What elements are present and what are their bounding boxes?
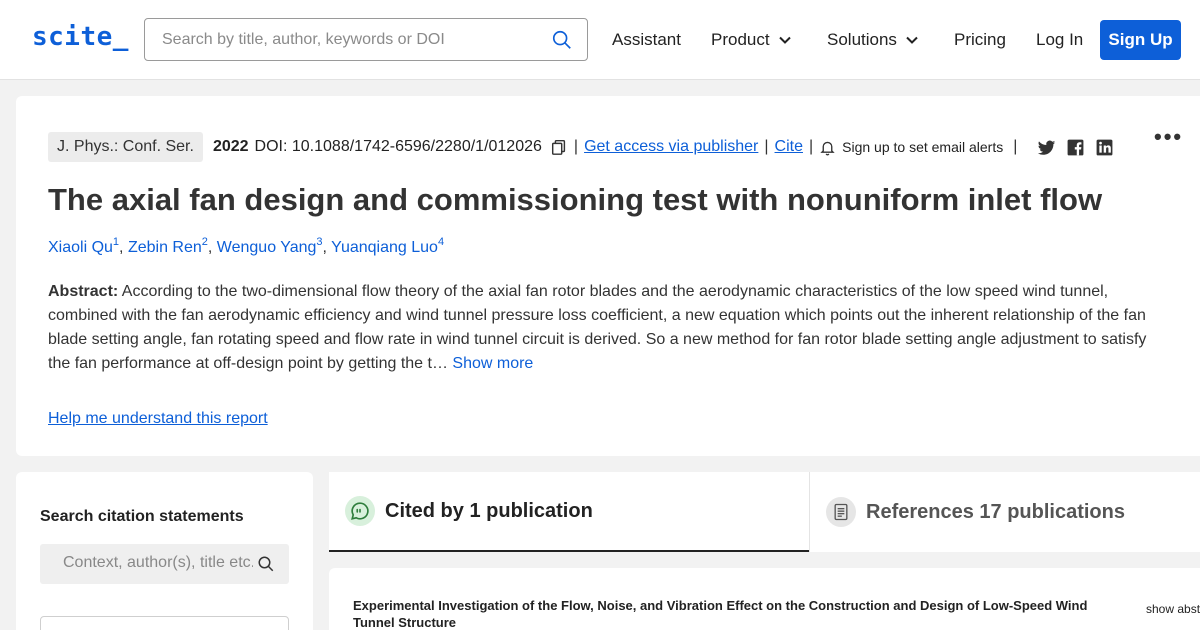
- tab-cited-by[interactable]: Cited by 1 publication: [329, 472, 809, 552]
- search-icon[interactable]: [257, 555, 275, 573]
- author-name: Xiaoli Qu: [48, 239, 113, 256]
- author-name: Yuanqiang Luo: [331, 239, 438, 256]
- document-icon: [826, 497, 856, 527]
- social-share: [1037, 138, 1114, 157]
- get-access-link[interactable]: Get access via publisher: [584, 138, 758, 156]
- journal-badge[interactable]: J. Phys.: Conf. Ser.: [48, 132, 203, 162]
- paper-meta-row: J. Phys.: Conf. Ser. 2022 DOI: 10.1088/1…: [48, 132, 1114, 162]
- author-link[interactable]: Xiaoli Qu1: [48, 236, 119, 256]
- author-link[interactable]: Zebin Ren2: [127, 236, 208, 256]
- signup-button[interactable]: Sign Up: [1100, 20, 1181, 60]
- quote-bubble-icon: [345, 496, 375, 526]
- citation-search-box[interactable]: [40, 544, 289, 584]
- author-separator: ,: [322, 239, 332, 256]
- nav-assistant-label: Assistant: [612, 30, 681, 49]
- separator: |: [573, 138, 579, 155]
- nav-pricing[interactable]: Pricing: [954, 30, 1006, 50]
- abstract-text: According to the two-dimensional flow th…: [48, 283, 1147, 372]
- nav-pricing-label: Pricing: [954, 30, 1006, 49]
- abstract: Abstract: According to the two-dimension…: [48, 280, 1158, 376]
- author-name: Wenguo Yang: [216, 239, 317, 256]
- help-understand-link[interactable]: Help me understand this report: [48, 410, 268, 428]
- scite-logo[interactable]: scite_: [32, 22, 129, 52]
- twitter-icon[interactable]: [1037, 138, 1056, 157]
- nav-product-label: Product: [711, 30, 770, 49]
- publication-year: 2022: [212, 138, 249, 155]
- separator: |: [1013, 138, 1018, 155]
- tab-references[interactable]: References 17 publications: [809, 472, 1200, 552]
- more-options-button[interactable]: •••: [1154, 124, 1183, 150]
- separator: |: [808, 138, 814, 155]
- paper-card: J. Phys.: Conf. Ser. 2022 DOI: 10.1088/1…: [16, 96, 1200, 456]
- chevron-down-icon: [778, 36, 791, 44]
- email-alerts-link[interactable]: Sign up to set email alerts: [842, 139, 1003, 155]
- show-more-link[interactable]: Show more: [452, 355, 533, 372]
- facebook-icon[interactable]: [1066, 138, 1085, 157]
- author-name: Zebin Ren: [127, 239, 202, 256]
- nav-solutions[interactable]: Solutions: [827, 30, 919, 50]
- citing-publication-title[interactable]: Experimental Investigation of the Flow, …: [353, 597, 1093, 630]
- author-list: Xiaoli Qu1, Zebin Ren2, Wenguo Yang3, Yu…: [48, 236, 444, 257]
- citation-search-input[interactable]: [63, 554, 253, 572]
- citation-tabs: Cited by 1 publication References 17 pub…: [329, 472, 1200, 552]
- copy-icon[interactable]: [550, 138, 568, 156]
- chevron-down-icon: [906, 36, 918, 44]
- citing-publication-card: Experimental Investigation of the Flow, …: [329, 568, 1200, 630]
- author-link[interactable]: Yuanqiang Luo4: [331, 236, 445, 256]
- author-affiliation: 4: [437, 236, 445, 248]
- linkedin-icon[interactable]: [1095, 138, 1114, 157]
- separator: |: [764, 138, 769, 155]
- nav-product[interactable]: Product: [711, 30, 792, 50]
- citation-search-panel: Search citation statements: [16, 472, 313, 630]
- sort-dropdown[interactable]: [40, 616, 289, 630]
- author-link[interactable]: Wenguo Yang3: [216, 236, 323, 256]
- doi-text: DOI: 10.1088/1742-6596/2280/1/012026: [254, 138, 542, 155]
- main-search-input[interactable]: [162, 29, 522, 51]
- abstract-label: Abstract:: [48, 283, 119, 300]
- tab-references-label: References 17 publications: [866, 500, 1125, 523]
- cite-link[interactable]: Cite: [775, 138, 803, 156]
- bell-icon[interactable]: [819, 139, 836, 156]
- tab-cited-by-label: Cited by 1 publication: [385, 499, 593, 522]
- author-separator: ,: [119, 239, 128, 256]
- show-abstract-button[interactable]: show abst: [1146, 602, 1200, 616]
- nav-assistant[interactable]: Assistant: [612, 30, 681, 50]
- author-separator: ,: [207, 239, 217, 256]
- login-link[interactable]: Log In: [1036, 30, 1083, 50]
- citation-search-heading: Search citation statements: [40, 508, 244, 525]
- search-icon[interactable]: [551, 29, 573, 51]
- main-search-box[interactable]: [144, 18, 588, 61]
- top-navbar: scite_ Assistant Product Solutions Prici…: [0, 0, 1200, 80]
- nav-solutions-label: Solutions: [827, 30, 897, 49]
- paper-title: The axial fan design and commissioning t…: [48, 182, 1103, 217]
- login-label: Log In: [1036, 30, 1084, 49]
